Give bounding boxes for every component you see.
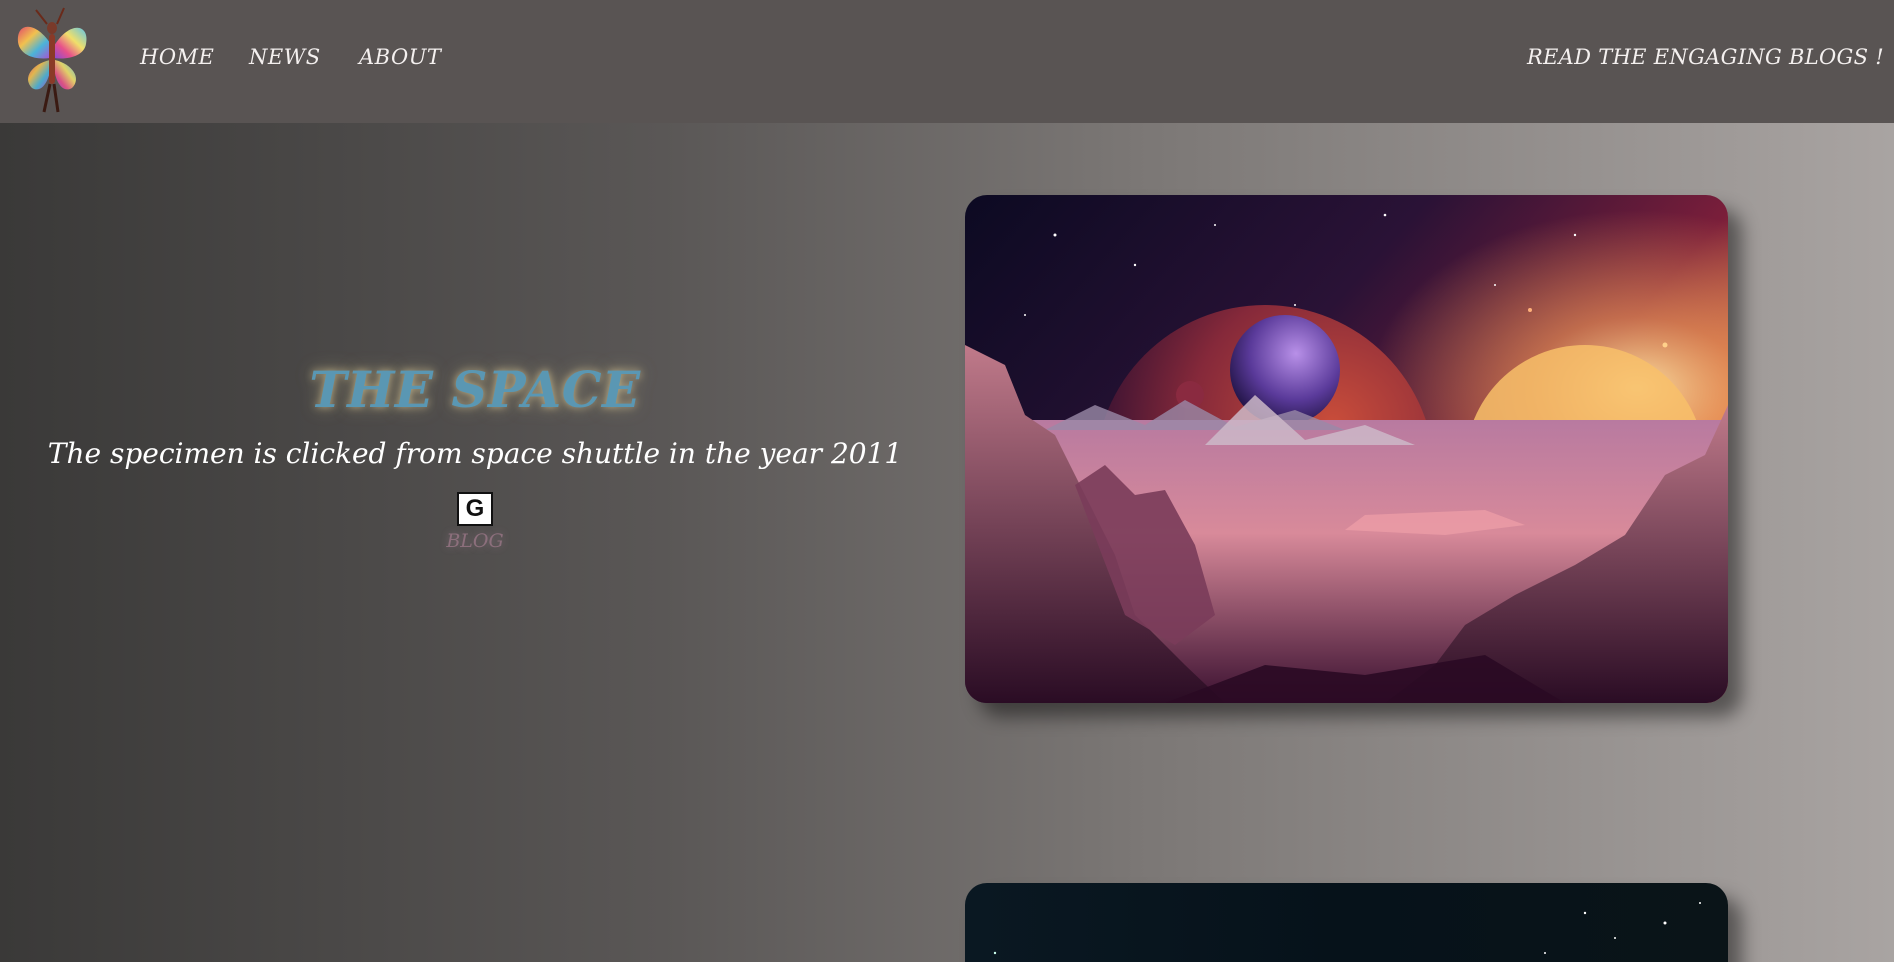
space-stars-image	[965, 883, 1728, 962]
butterfly-logo-icon[interactable]	[14, 6, 90, 116]
hero-subtitle: The specimen is clicked from space shutt…	[47, 437, 903, 470]
nav-home-link[interactable]: HOME	[140, 45, 214, 69]
google-g-icon[interactable]: G	[457, 492, 493, 526]
nav-news-link[interactable]: NEWS	[249, 45, 321, 69]
page: HOME NEWS ABOUT READ THE ENGAGING BLOGS …	[0, 0, 1894, 962]
nav-tagline: READ THE ENGAGING BLOGS !	[1526, 45, 1884, 69]
nav-about-link[interactable]: ABOUT	[359, 45, 441, 69]
space-landscape-image	[965, 195, 1728, 703]
blog-link[interactable]: BLOG	[446, 530, 503, 552]
top-navbar: HOME NEWS ABOUT READ THE ENGAGING BLOGS …	[0, 0, 1894, 123]
hero-section: THE SPACE The specimen is clicked from s…	[0, 360, 950, 552]
hero-title: THE SPACE	[309, 360, 641, 419]
